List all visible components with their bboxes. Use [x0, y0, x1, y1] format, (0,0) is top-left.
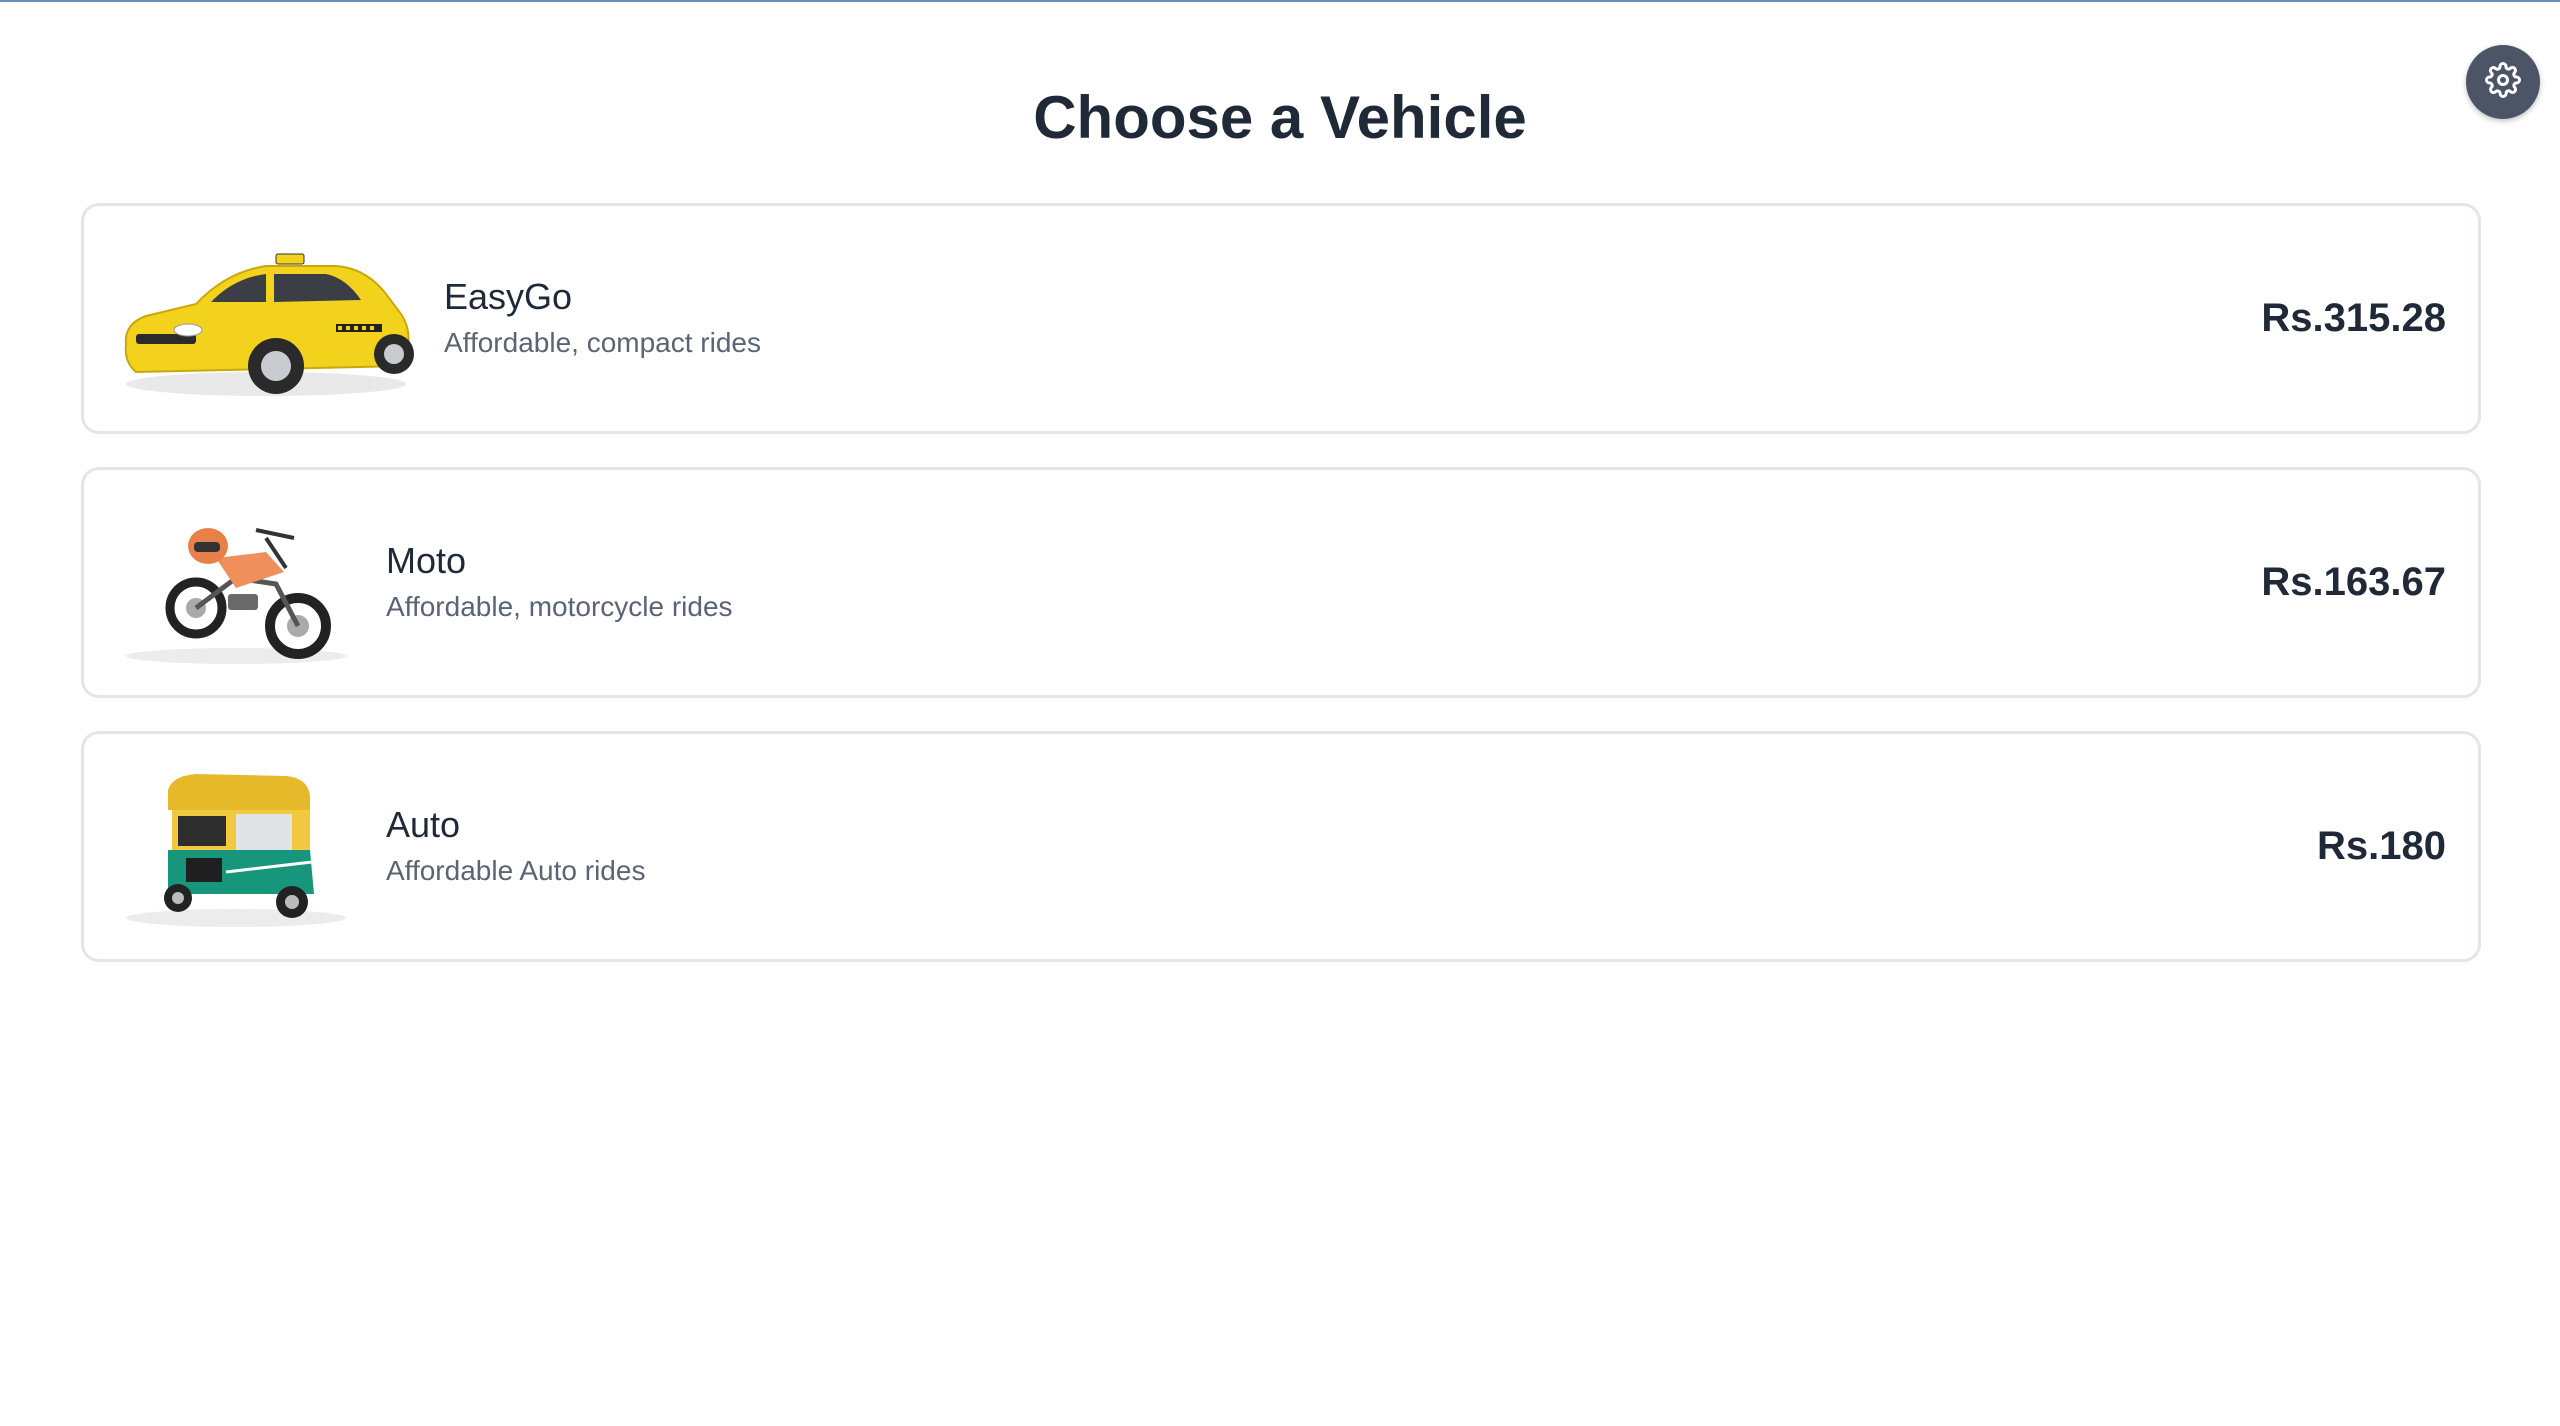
motorcycle-image	[116, 498, 356, 668]
vehicle-description: Affordable, compact rides	[444, 326, 761, 358]
vehicle-description: Affordable, motorcycle rides	[386, 590, 733, 622]
vehicle-name: Moto	[386, 539, 467, 581]
page-title: Choose a Vehicle	[1033, 84, 1527, 151]
auto-rickshaw-image	[116, 762, 356, 932]
vehicle-option-auto[interactable]: Auto Affordable Auto rides Rs.180	[81, 731, 2481, 962]
vehicle-list: EasyGo Affordable, compact rides Rs.315.…	[81, 203, 2481, 995]
vehicle-option-moto[interactable]: Moto Affordable, motorcycle rides Rs.163…	[81, 467, 2481, 698]
taxi-car-image	[116, 234, 416, 404]
vehicle-price: Rs.180	[2317, 824, 2446, 868]
vehicle-price: Rs.315.28	[2261, 296, 2446, 340]
vehicle-price: Rs.163.67	[2261, 560, 2446, 604]
vehicle-description: Affordable Auto rides	[386, 854, 646, 886]
vehicle-name: EasyGo	[444, 275, 573, 317]
vehicle-name: Auto	[386, 803, 461, 845]
vehicle-option-easygo[interactable]: EasyGo Affordable, compact rides Rs.315.…	[81, 203, 2481, 434]
top-accent-line	[0, 0, 2560, 2]
